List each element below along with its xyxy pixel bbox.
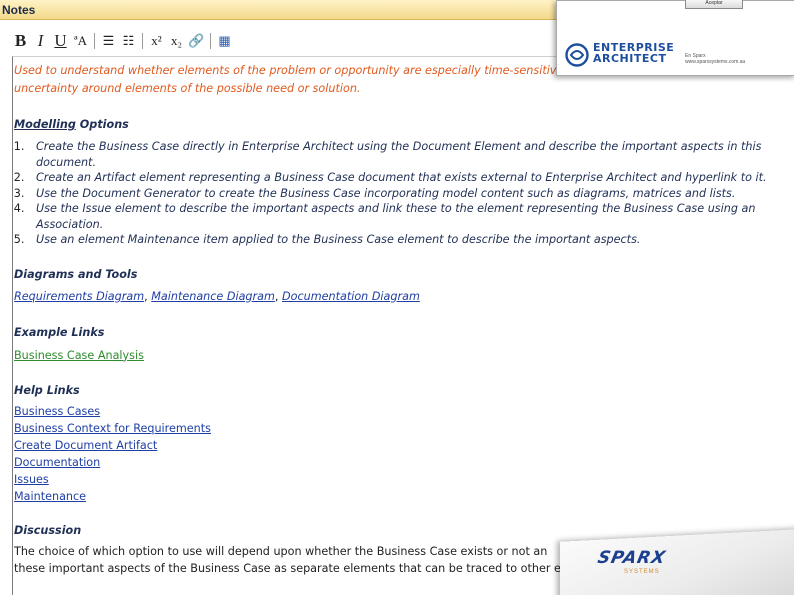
modelling-heading: Modelling Options [14,117,794,133]
notes-title: Notes [2,3,36,17]
business-cases-link[interactable]: Business Cases [14,403,794,420]
list-item: Create the Business Case directly in Ent… [28,139,794,170]
list-item: Use an element Maintenance item applied … [28,232,794,248]
bold-button[interactable]: B [12,30,29,52]
list-item: Create an Artifact element representing … [28,170,794,186]
business-context-link[interactable]: Business Context for Requirements [14,420,794,437]
toolbar-divider [94,33,95,49]
documentation-diagram-link[interactable]: Documentation Diagram [282,290,420,303]
numbered-list-button[interactable]: ☷ [120,30,137,52]
help-heading: Help Links [14,383,80,397]
documentation-link[interactable]: Documentation [14,454,794,471]
enterprise-architect-logo-icon [565,43,589,67]
enterprise-architect-brand: ENTERPRISE ARCHITECT [593,42,674,64]
modelling-rest: Options [75,118,129,131]
ea-credits: En Sparx www.sparxsystems.com.au [685,53,745,65]
options-list: Create the Business Case directly in Ent… [14,139,794,248]
superscript-button[interactable]: x² [148,30,165,52]
list-item: Use the Document Generator to create the… [28,186,794,202]
diagrams-heading: Diagrams and Tools [14,267,138,281]
enterprise-architect-splash: Aceptar ENTERPRISE ARCHITECT En Sparx ww… [556,0,794,76]
notes-content: Used to understand whether elements of t… [14,62,794,577]
insert-icon[interactable]: ▦ [216,30,233,52]
bullet-list-button[interactable]: ☰ [100,30,117,52]
discussion-line: these important aspects of the Business … [14,561,561,575]
create-document-artifact-link[interactable]: Create Document Artifact [14,437,794,454]
help-links: Business Cases Business Context for Requ… [14,403,794,505]
sparx-logo: SPARX [595,548,668,568]
credits-line: www.sparxsystems.com.au [685,59,746,65]
italic-button[interactable]: I [32,30,49,52]
sparx-logo-subtitle: SYSTEMS [624,569,660,575]
intro-line: Used to understand whether elements of t… [14,64,578,77]
issues-link[interactable]: Issues [14,471,794,488]
modelling-word: Modelling [14,118,76,131]
subscript-button[interactable]: x₂ [168,30,185,52]
brand-line: ARCHITECT [593,52,667,65]
example-heading: Example Links [14,325,105,339]
toolbar-divider [210,33,211,49]
underline-button[interactable]: U [52,30,69,52]
requirements-diagram-link[interactable]: Requirements Diagram [14,290,144,303]
intro-line: uncertainty around elements of the possi… [14,82,361,95]
notes-window: Notes B I U ªA ☰ ☷ x² x₂ 🔗 ▦ Used to und… [0,0,794,595]
font-color-button[interactable]: ªA [72,30,89,52]
maintenance-diagram-link[interactable]: Maintenance Diagram [151,290,275,303]
business-case-analysis-link[interactable]: Business Case Analysis [14,349,144,362]
accept-button[interactable]: Aceptar [685,0,743,9]
toolbar-divider [142,33,143,49]
hyperlink-icon[interactable]: 🔗 [188,30,205,52]
diagram-links: Requirements Diagram, Maintenance Diagra… [14,289,420,303]
list-item: Use the Issue element to describe the im… [28,201,794,232]
discussion-line: The choice of which option to use will d… [14,544,548,558]
formatting-toolbar: B I U ªA ☰ ☷ x² x₂ 🔗 ▦ [12,28,236,54]
maintenance-link[interactable]: Maintenance [14,488,794,505]
